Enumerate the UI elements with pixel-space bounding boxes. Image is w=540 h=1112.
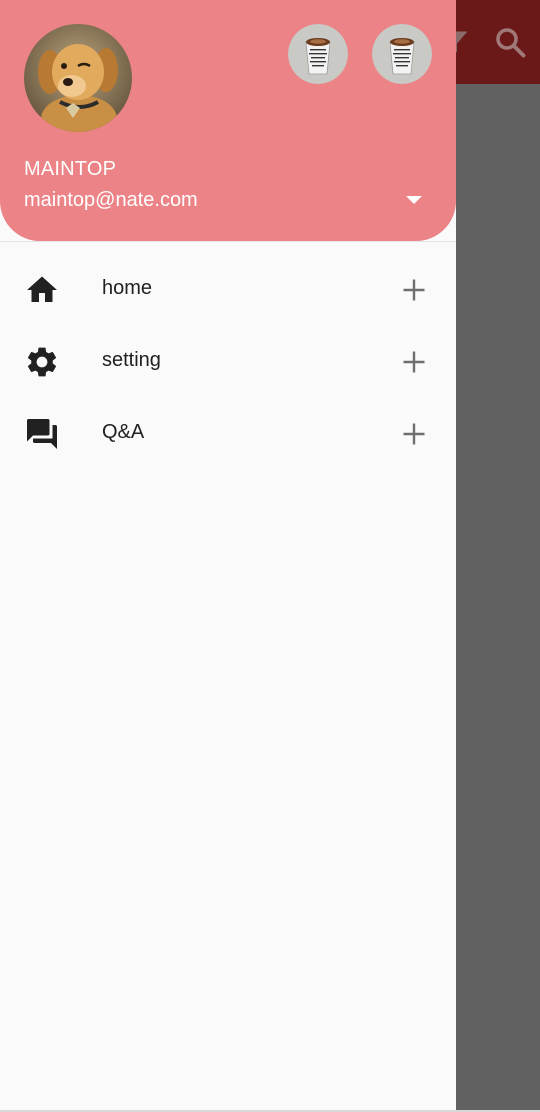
menu-item-label: setting: [102, 349, 161, 371]
menu-item-label: Q&A: [102, 421, 145, 443]
menu-item-qa[interactable]: Q&A: [0, 398, 456, 470]
header-divider: [0, 241, 456, 242]
forum-icon: [24, 416, 60, 452]
plus-icon[interactable]: [396, 416, 432, 452]
menu-item-home[interactable]: home: [0, 254, 456, 326]
account-dropdown-button[interactable]: [398, 188, 430, 212]
account-avatar[interactable]: [24, 24, 132, 132]
navigation-drawer: MAINTOP maintop@nate.com home setting Q&…: [0, 0, 456, 1110]
other-account-avatar[interactable]: [288, 24, 348, 84]
account-name: MAINTOP: [24, 158, 117, 180]
arrow-drop-down-icon: [406, 196, 422, 204]
other-account-avatar[interactable]: [372, 24, 432, 84]
menu-item-setting[interactable]: setting: [0, 326, 456, 398]
gear-icon: [24, 344, 60, 380]
menu-item-label: home: [102, 277, 153, 299]
home-icon: [24, 272, 60, 308]
account-email: maintop@nate.com: [24, 189, 198, 211]
plus-icon[interactable]: [396, 344, 432, 380]
search-icon[interactable]: [492, 24, 528, 60]
account-header: MAINTOP maintop@nate.com: [0, 0, 456, 241]
plus-icon[interactable]: [396, 272, 432, 308]
